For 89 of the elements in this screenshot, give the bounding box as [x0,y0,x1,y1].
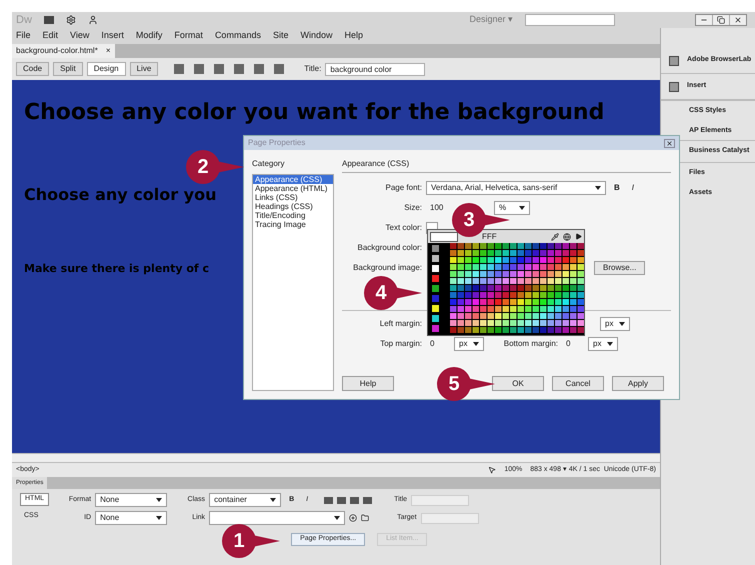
caret-icon [270,498,276,502]
category-item[interactable]: Appearance (CSS) [253,175,333,184]
title-field[interactable]: background color [325,62,426,76]
bold-button[interactable]: B [610,182,624,194]
paragraph-text: Make sure there is plenty of c [24,261,210,277]
field-label: Bottom margin: [502,338,558,350]
eyedropper-icon[interactable] [551,232,559,240]
horizontal-scrollbar[interactable] [12,453,660,463]
category-item[interactable]: Title/Encoding [253,211,333,220]
field-label: Left margin: [378,318,422,330]
dialog-button[interactable]: OK [492,376,544,391]
category-list[interactable]: Appearance (CSS) Appearance (HTML) Links (CSS) Headings (CSS) Title/Encoding Tracing Image [252,174,334,391]
unit-select[interactable]: px [454,337,484,351]
heading-text: Choose any color you [24,184,216,206]
italic-button[interactable]: I [628,182,638,194]
caret-icon [519,206,525,210]
menu-item[interactable]: Window [300,29,332,43]
menu-item[interactable]: Commands [214,29,261,43]
search-field[interactable] [525,14,615,26]
color-preview [430,232,458,242]
dialog-button[interactable]: Apply [612,376,664,391]
view-button[interactable]: Split [53,62,83,76]
category-item[interactable]: Headings (CSS) [253,202,333,211]
class-select[interactable]: container [209,493,282,507]
field-label: Page font: [384,182,422,194]
unit-select[interactable]: % [494,201,530,215]
id-select[interactable]: None [95,511,168,525]
globe-icon[interactable] [563,232,571,240]
list-icons-drawing[interactable] [324,496,374,504]
pointer-icon[interactable] [488,466,496,474]
close-icon[interactable]: × [106,45,110,57]
panel-icon [669,56,679,66]
menu-item[interactable]: View [70,29,90,43]
toolbar-icons-drawing[interactable] [174,64,284,74]
app-logo: Dw [16,12,32,28]
caret-icon [619,322,625,326]
size-field[interactable]: 100 [426,202,446,214]
field-label: Size: [403,202,422,214]
menu-item[interactable]: Edit [42,29,58,43]
font-select[interactable]: Verdana, Arial, Helvetica, sans-serif [426,181,606,195]
settings-icon[interactable] [66,15,76,25]
caret-icon [595,186,601,190]
category-item[interactable]: Links (CSS) [253,193,333,202]
caret-icon [473,342,479,346]
field-label: Top margin: [379,338,422,350]
close-icon[interactable] [734,16,742,24]
unit-select[interactable]: px [600,317,630,331]
folder-icon[interactable] [361,514,370,522]
view-button[interactable]: Code [16,62,50,76]
caret-icon [156,498,162,502]
field-label: Text color: [384,222,422,234]
caret-icon [156,516,162,520]
field-label: Background color: [356,242,422,254]
dialog-button[interactable]: Cancel [552,376,604,391]
field-label: Title: [304,63,322,75]
field-label: Category [252,158,286,170]
color-hex-value: FFF [482,230,497,242]
section-title: Appearance (CSS) [342,158,671,173]
menu-item[interactable]: Format [174,29,203,43]
point-to-file-icon[interactable] [349,514,358,522]
title-input[interactable] [411,494,470,506]
user-icon[interactable] [88,15,98,25]
dialog-title: Page Properties [248,137,306,149]
close-icon[interactable] [666,140,673,146]
caret-icon [607,342,613,346]
view-button[interactable]: Live [130,62,158,76]
heading-text: Choose any color you want for the background [24,99,604,127]
menu-item[interactable]: Insert [101,29,124,43]
menu-item[interactable]: File [16,29,31,43]
menu-item[interactable]: Modify [136,29,162,43]
menu-arrow-icon[interactable] [575,233,582,240]
margin-field[interactable]: 0 [562,338,584,350]
format-select[interactable]: None [95,493,168,507]
field-label: Background image: [352,262,422,274]
panel-icon [669,82,679,92]
category-item[interactable]: Appearance (HTML) [253,184,333,193]
unit-select[interactable]: px [588,337,618,351]
layout-icon[interactable] [44,16,54,24]
color-swatches-drawing[interactable] [428,243,584,335]
menu-item[interactable]: Site [272,29,288,43]
caret-icon [334,516,340,520]
restore-icon[interactable] [717,16,725,24]
dialog-button[interactable]: Help [342,376,394,391]
category-item[interactable]: Tracing Image [253,220,333,229]
document-tab[interactable]: background-color.html* × [12,44,114,58]
view-button[interactable]: Design [86,62,126,76]
menu-item[interactable]: Help [344,29,363,43]
margin-field[interactable]: 0 [426,338,450,350]
browse-button[interactable]: Browse... [594,261,646,275]
